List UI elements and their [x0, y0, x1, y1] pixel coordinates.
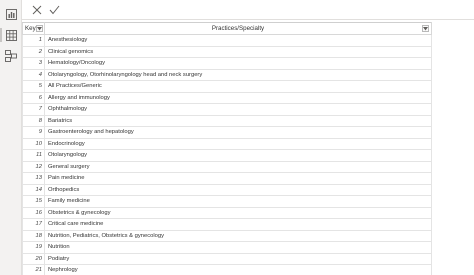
column-header-label: Practices/Specialty [211, 25, 265, 32]
table-row[interactable]: 4 Otolaryngology, Otorhinolaryngology hea… [22, 68, 432, 81]
specialty-cell[interactable]: Clinical genomics [44, 45, 432, 58]
table-row[interactable]: 2 Clinical genomics [22, 45, 432, 58]
filter-dropdown-icon[interactable] [36, 25, 43, 32]
table-row[interactable]: 17 Critical care medicine [22, 218, 432, 231]
key-cell[interactable]: 19 [22, 241, 45, 254]
key-cell[interactable]: 5 [22, 80, 45, 93]
column-header-practices-specialty[interactable]: Practices/Specialty [44, 22, 432, 35]
specialty-cell[interactable]: Gastroenterology and hepatology [44, 126, 432, 139]
key-cell[interactable]: 13 [22, 172, 45, 185]
data-grid: Keys Practices/Specialty 1 Anesthesiology… [22, 20, 474, 275]
table-body: 1 Anesthesiology 2 Clinical genomics 3 Hemato… [22, 34, 432, 275]
specialty-cell[interactable]: General surgery [44, 160, 432, 173]
table-row[interactable]: 16 Obstetrics & gynecology [22, 206, 432, 219]
key-cell[interactable]: 12 [22, 160, 45, 173]
table-row[interactable]: 19 Nutrition [22, 241, 432, 254]
specialty-cell[interactable]: Nutrition, Pediatrics, Obstetrics & gyne… [44, 229, 432, 242]
key-cell[interactable]: 18 [22, 229, 45, 242]
table-row[interactable]: 6 Allergy and immunology [22, 91, 432, 104]
key-cell[interactable]: 15 [22, 195, 45, 208]
key-cell[interactable]: 20 [22, 252, 45, 265]
key-cell[interactable]: 8 [22, 114, 45, 127]
data-view-icon[interactable] [0, 27, 19, 43]
key-cell[interactable]: 7 [22, 103, 45, 116]
header-row: Keys Practices/Specialty [22, 22, 432, 35]
table-row[interactable]: 12 General surgery [22, 160, 432, 173]
key-cell[interactable]: 17 [22, 218, 45, 231]
table-row[interactable]: 10 Endocrinology [22, 137, 432, 150]
specialty-cell[interactable]: Hematology/Oncology [44, 57, 432, 70]
key-cell[interactable]: 10 [22, 137, 45, 150]
table-row[interactable]: 20 Podiatry [22, 252, 432, 265]
table-row[interactable]: 1 Anesthesiology [22, 34, 432, 47]
specialty-cell[interactable]: Anesthesiology [44, 34, 432, 47]
table-row[interactable]: 11 Otolaryngology [22, 149, 432, 162]
specialty-cell[interactable]: Allergy and immunology [44, 91, 432, 104]
specialty-cell[interactable]: Orthopedics [44, 183, 432, 196]
specialty-cell[interactable]: Ophthalmology [44, 103, 432, 116]
data-table: Keys Practices/Specialty 1 Anesthesiology… [22, 22, 432, 275]
specialty-cell[interactable]: Critical care medicine [44, 218, 432, 231]
table-row[interactable]: 9 Gastroenterology and hepatology [22, 126, 432, 139]
key-cell[interactable]: 14 [22, 183, 45, 196]
table-row[interactable]: 14 Orthopedics [22, 183, 432, 196]
key-cell[interactable]: 2 [22, 45, 45, 58]
specialty-cell[interactable]: Nephrology [44, 264, 432, 275]
specialty-cell[interactable]: Endocrinology [44, 137, 432, 150]
specialty-cell[interactable]: Bariatrics [44, 114, 432, 127]
table-row[interactable]: 13 Pain medicine [22, 172, 432, 185]
key-cell[interactable]: 3 [22, 57, 45, 70]
check-icon[interactable] [47, 3, 61, 17]
key-cell[interactable]: 1 [22, 34, 45, 47]
filter-dropdown-icon[interactable] [422, 25, 429, 32]
key-cell[interactable]: 6 [22, 91, 45, 104]
specialty-cell[interactable]: Otolaryngology, Otorhinolaryngology head… [44, 68, 432, 81]
table-row[interactable]: 21 Nephrology [22, 264, 432, 275]
table-row[interactable]: 3 Hematology/Oncology [22, 57, 432, 70]
specialty-cell[interactable]: Nutrition [44, 241, 432, 254]
specialty-cell[interactable]: All Practices/Generic [44, 80, 432, 93]
close-icon[interactable] [30, 3, 44, 17]
table-row[interactable]: 15 Family medicine [22, 195, 432, 208]
view-switcher-rail [0, 0, 22, 275]
key-cell[interactable]: 11 [22, 149, 45, 162]
table-row[interactable]: 5 All Practices/Generic [22, 80, 432, 93]
specialty-cell[interactable]: Otolaryngology [44, 149, 432, 162]
formula-bar [22, 0, 474, 20]
table-row[interactable]: 7 Ophthalmology [22, 103, 432, 116]
table-row[interactable]: 8 Bariatrics [22, 114, 432, 127]
report-view-icon[interactable] [3, 6, 19, 22]
key-cell[interactable]: 16 [22, 206, 45, 219]
model-view-icon[interactable] [3, 48, 19, 64]
specialty-cell[interactable]: Pain medicine [44, 172, 432, 185]
key-cell[interactable]: 4 [22, 68, 45, 81]
key-cell[interactable]: 21 [22, 264, 45, 275]
specialty-cell[interactable]: Obstetrics & gynecology [44, 206, 432, 219]
column-header-keys[interactable]: Keys [22, 22, 45, 35]
table-row[interactable]: 18 Nutrition, Pediatrics, Obstetrics & gy… [22, 229, 432, 242]
specialty-cell[interactable]: Podiatry [44, 252, 432, 265]
specialty-cell[interactable]: Family medicine [44, 195, 432, 208]
key-cell[interactable]: 9 [22, 126, 45, 139]
